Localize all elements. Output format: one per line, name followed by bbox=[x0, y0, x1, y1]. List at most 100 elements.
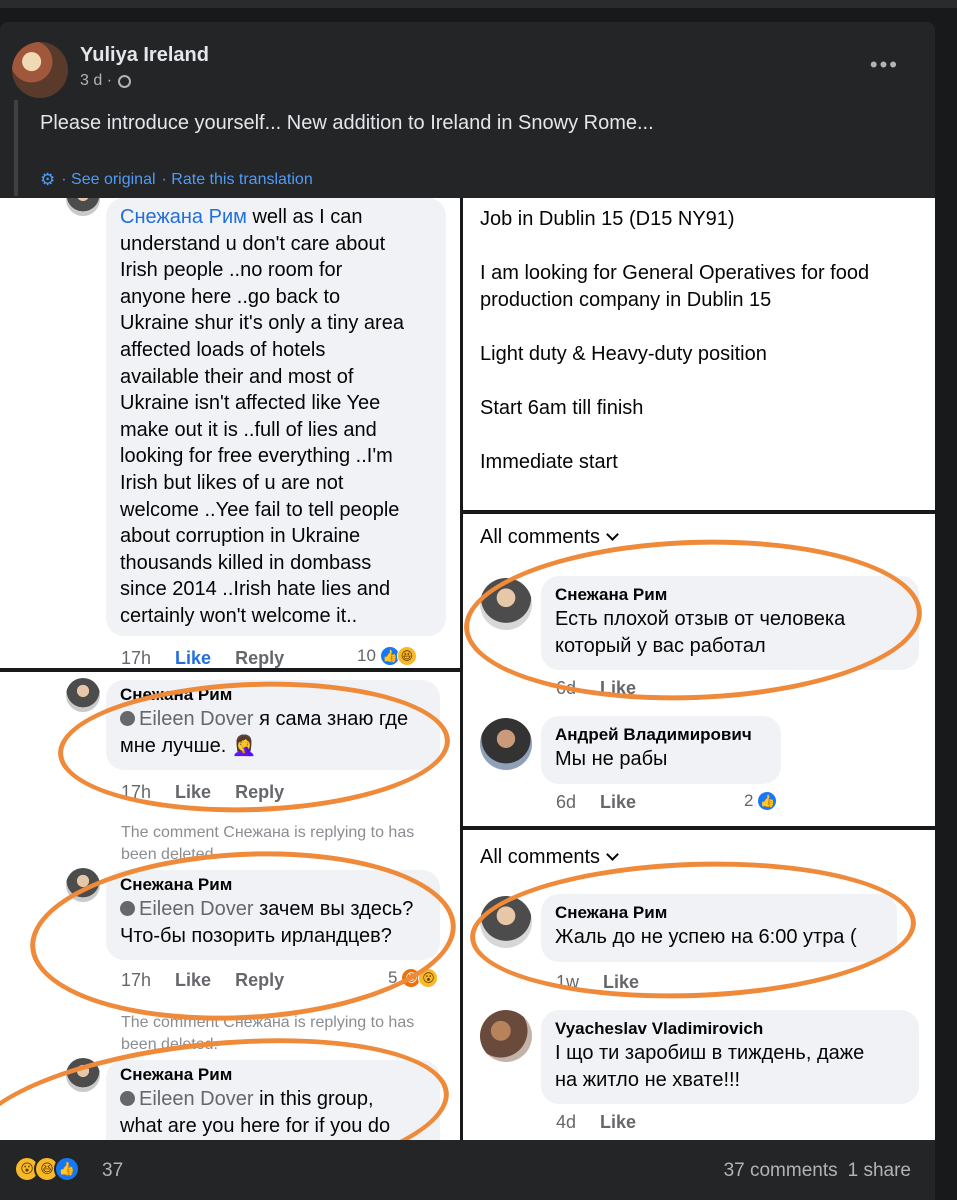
like-reaction-icon: 👍 bbox=[757, 791, 778, 811]
like-button[interactable]: Like bbox=[175, 782, 211, 803]
haha-reaction-icon: 😆 bbox=[396, 646, 417, 666]
avatar[interactable] bbox=[480, 1010, 532, 1062]
screenshot-panel-left-top: Снежана Рим well as I can understand u do… bbox=[0, 198, 460, 668]
comment-line: understand u don't care about bbox=[120, 232, 386, 255]
comment-bubble: Снежана Рим well as I can understand u do… bbox=[106, 198, 446, 636]
screenshot-panel-right-bottom: All comments Снежана Рим Жаль до не успе… bbox=[463, 830, 935, 1140]
comment-line: welcome ..Yee fail to tell people bbox=[120, 498, 400, 521]
reply-button[interactable]: Reply bbox=[235, 970, 284, 991]
reaction-count: 5 bbox=[388, 968, 398, 987]
avatar[interactable] bbox=[480, 578, 532, 630]
reaction-summary[interactable]: 2 👍 bbox=[744, 791, 778, 811]
job-line: Start 6am till finish bbox=[480, 397, 644, 419]
comment-text: what are you here for if you do bbox=[120, 1114, 391, 1137]
comment-time[interactable]: 6d bbox=[556, 678, 576, 699]
deleted-text: The comment Снежана is replying to has bbox=[121, 824, 415, 841]
comment-line: anyone here ..go back to bbox=[120, 285, 341, 308]
engagement-summary: 37 comments 1 share bbox=[724, 1160, 911, 1182]
job-line: production company in Dublin 15 bbox=[480, 289, 772, 311]
comment-time[interactable]: 4d bbox=[556, 1112, 576, 1133]
comment-actions: 6d Like bbox=[556, 678, 636, 699]
avatar[interactable] bbox=[66, 868, 100, 902]
quote-bar bbox=[14, 100, 18, 196]
like-button[interactable]: Like bbox=[600, 792, 636, 813]
like-button[interactable]: Like bbox=[603, 972, 639, 993]
mention-link[interactable]: Eileen Dover bbox=[139, 1088, 254, 1110]
comment-line: Ukraine shur it's only a tiny area bbox=[120, 312, 404, 335]
reaction-count[interactable]: 37 bbox=[102, 1160, 123, 1182]
like-button[interactable]: Like bbox=[600, 1112, 636, 1133]
commenter-name[interactable]: Снежана Рим bbox=[120, 684, 426, 706]
all-comments-filter[interactable]: All comments bbox=[480, 846, 619, 869]
chevron-down-icon bbox=[606, 848, 619, 861]
filter-label: All comments bbox=[480, 526, 601, 548]
author-avatar[interactable] bbox=[12, 42, 68, 98]
post-text: Please introduce yourself... New additio… bbox=[40, 112, 654, 134]
reply-button[interactable]: Reply bbox=[235, 782, 284, 803]
comment-line: about corruption in Ukraine bbox=[120, 525, 361, 548]
comment-line: certainly won't welcome it.. bbox=[120, 604, 358, 627]
screenshot-panel-right-middle: All comments Снежана Рим Есть плохой отз… bbox=[463, 514, 935, 826]
comment-time[interactable]: 17h bbox=[121, 782, 151, 803]
commenter-name[interactable]: Снежана Рим bbox=[555, 584, 905, 606]
comment-line: thousands killed in dombass bbox=[120, 551, 372, 574]
comment-text: на житло не хвате!!! bbox=[555, 1068, 741, 1091]
commenter-name[interactable]: Андрей Владимирович bbox=[555, 724, 767, 746]
comment-time[interactable]: 17h bbox=[121, 970, 151, 991]
avatar bbox=[66, 198, 100, 216]
comment-time[interactable]: 6d bbox=[556, 792, 576, 813]
comment-actions: 17h Like Reply bbox=[121, 782, 284, 803]
filter-label: All comments bbox=[480, 846, 601, 868]
reaction-summary[interactable]: 5 😡 😮 bbox=[388, 968, 439, 988]
comment-bubble: Снежана Рим Eileen Dover зачем вы здесь?… bbox=[106, 870, 440, 960]
comment-text: in this group, bbox=[259, 1088, 374, 1110]
comment-bubble: Vyacheslav Vladimirovich І що ти заробиш… bbox=[541, 1010, 919, 1104]
comment-text: Есть плохой отзыв от человека bbox=[555, 608, 846, 630]
comment-line: affected loads of hotels bbox=[120, 338, 326, 361]
gear-icon[interactable]: ⚙ bbox=[40, 170, 55, 190]
avatar[interactable] bbox=[480, 718, 532, 770]
reaction-summary[interactable]: 10 👍 😆 bbox=[357, 646, 417, 666]
rate-translation-link[interactable]: · Rate this translation bbox=[162, 171, 313, 189]
deleted-text: been deleted. bbox=[121, 846, 218, 863]
commenter-name[interactable]: Снежана Рим bbox=[120, 874, 426, 896]
translation-bar: ⚙ · See original · Rate this translation bbox=[40, 170, 313, 190]
commenter-name[interactable]: Снежана Рим bbox=[555, 902, 883, 924]
see-original-link[interactable]: · See original bbox=[61, 171, 155, 189]
post-meta: 3 d · bbox=[80, 72, 132, 90]
avatar[interactable] bbox=[480, 896, 532, 948]
mention-link[interactable]: Снежана Рим bbox=[120, 206, 247, 228]
avatar[interactable] bbox=[66, 678, 100, 712]
shares-count[interactable]: 1 share bbox=[848, 1160, 911, 1182]
post-time[interactable]: 3 d · bbox=[80, 72, 112, 90]
badge-icon bbox=[120, 711, 135, 726]
job-line: Immediate start bbox=[480, 451, 618, 473]
avatar[interactable] bbox=[66, 1058, 100, 1092]
comment-text: Жаль до не успею на 6:00 утра ( bbox=[555, 926, 857, 948]
commenter-name[interactable]: Снежана Рим bbox=[120, 1064, 426, 1086]
mention-link[interactable]: Eileen Dover bbox=[139, 708, 254, 730]
commenter-name[interactable]: Vyacheslav Vladimirovich bbox=[555, 1018, 905, 1040]
comment-actions: 17h Like Reply bbox=[121, 648, 284, 668]
reaction-icons[interactable]: 😮 😆 👍 bbox=[14, 1156, 80, 1182]
mention-link[interactable]: Eileen Dover bbox=[139, 898, 254, 920]
like-reaction-icon: 👍 bbox=[54, 1156, 80, 1182]
comment-time[interactable]: 1w bbox=[556, 972, 579, 993]
comment-line: well as I can bbox=[252, 206, 363, 228]
comments-count[interactable]: 37 comments bbox=[724, 1160, 838, 1182]
like-button[interactable]: Like bbox=[175, 648, 211, 668]
deleted-notice: The comment Снежана is replying to has b… bbox=[121, 822, 414, 866]
author-name[interactable]: Yuliya Ireland bbox=[80, 44, 209, 67]
like-button[interactable]: Like bbox=[600, 678, 636, 699]
comment-actions: 1w Like bbox=[556, 972, 639, 993]
like-button[interactable]: Like bbox=[175, 970, 211, 991]
reply-button[interactable]: Reply bbox=[235, 648, 284, 668]
comment-bubble: Снежана Рим Eileen Dover я сама знаю где… bbox=[106, 680, 440, 770]
more-options-icon[interactable]: ••• bbox=[870, 52, 899, 78]
globe-icon bbox=[118, 74, 132, 88]
screenshot-panel-left-bottom: Снежана Рим Eileen Dover я сама знаю где… bbox=[0, 672, 460, 1140]
badge-icon bbox=[120, 901, 135, 916]
comment-text: зачем вы здесь? bbox=[259, 898, 414, 920]
all-comments-filter[interactable]: All comments bbox=[480, 526, 619, 549]
comment-time[interactable]: 17h bbox=[121, 648, 151, 668]
